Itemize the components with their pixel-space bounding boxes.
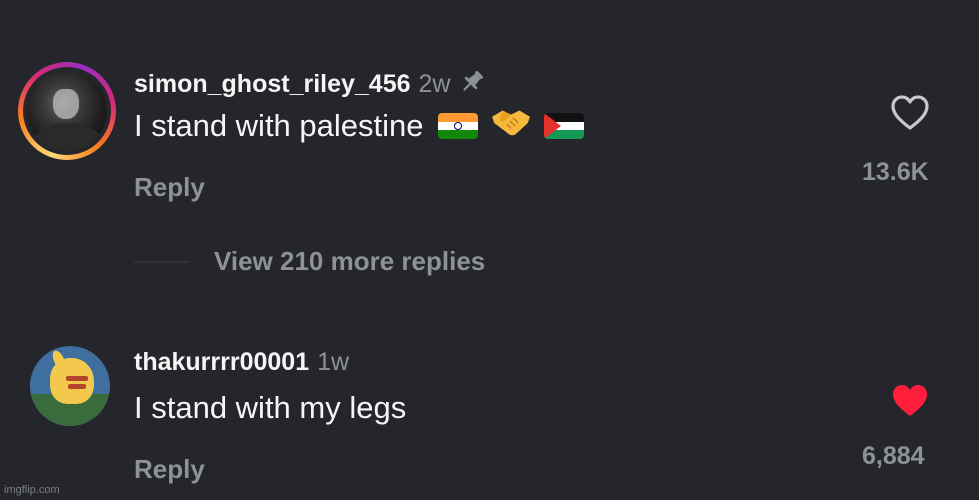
pin-icon: [458, 68, 486, 96]
comment-text-body: I stand with palestine: [134, 108, 424, 143]
avatar[interactable]: [30, 346, 110, 426]
divider: [134, 260, 190, 263]
view-more-replies-button[interactable]: View 210 more replies: [134, 246, 485, 277]
avatar-image: [27, 71, 107, 151]
timestamp: 2w: [418, 70, 451, 98]
username[interactable]: simon_ghost_riley_456: [134, 70, 411, 99]
heart-outline-icon[interactable]: [890, 94, 930, 132]
palestine-flag-icon: [543, 113, 584, 139]
avatar[interactable]: [18, 62, 116, 160]
handshake-icon: [490, 106, 532, 146]
watermark: imgflip.com: [4, 484, 60, 496]
comment-text: I stand with my legs: [134, 390, 406, 426]
comment-text-body: I stand with my legs: [134, 390, 407, 425]
like-control: 6,884: [862, 382, 940, 470]
comment-meta: thakurrrr00001 1w: [134, 348, 349, 382]
timestamp: 1w: [317, 348, 350, 376]
india-flag-icon: [437, 113, 478, 139]
view-more-replies-label: View 210 more replies: [214, 246, 486, 276]
reply-button[interactable]: Reply: [134, 454, 205, 485]
like-control: 13.6K: [862, 94, 940, 186]
username[interactable]: thakurrrr00001: [134, 348, 309, 377]
reply-button[interactable]: Reply: [134, 172, 205, 203]
like-count: 13.6K: [862, 158, 929, 186]
comment-meta: simon_ghost_riley_456 2w: [134, 64, 486, 98]
comment-text: I stand with palestine: [134, 106, 584, 146]
like-count: 6,884: [862, 442, 925, 470]
heart-filled-icon[interactable]: [890, 382, 930, 420]
